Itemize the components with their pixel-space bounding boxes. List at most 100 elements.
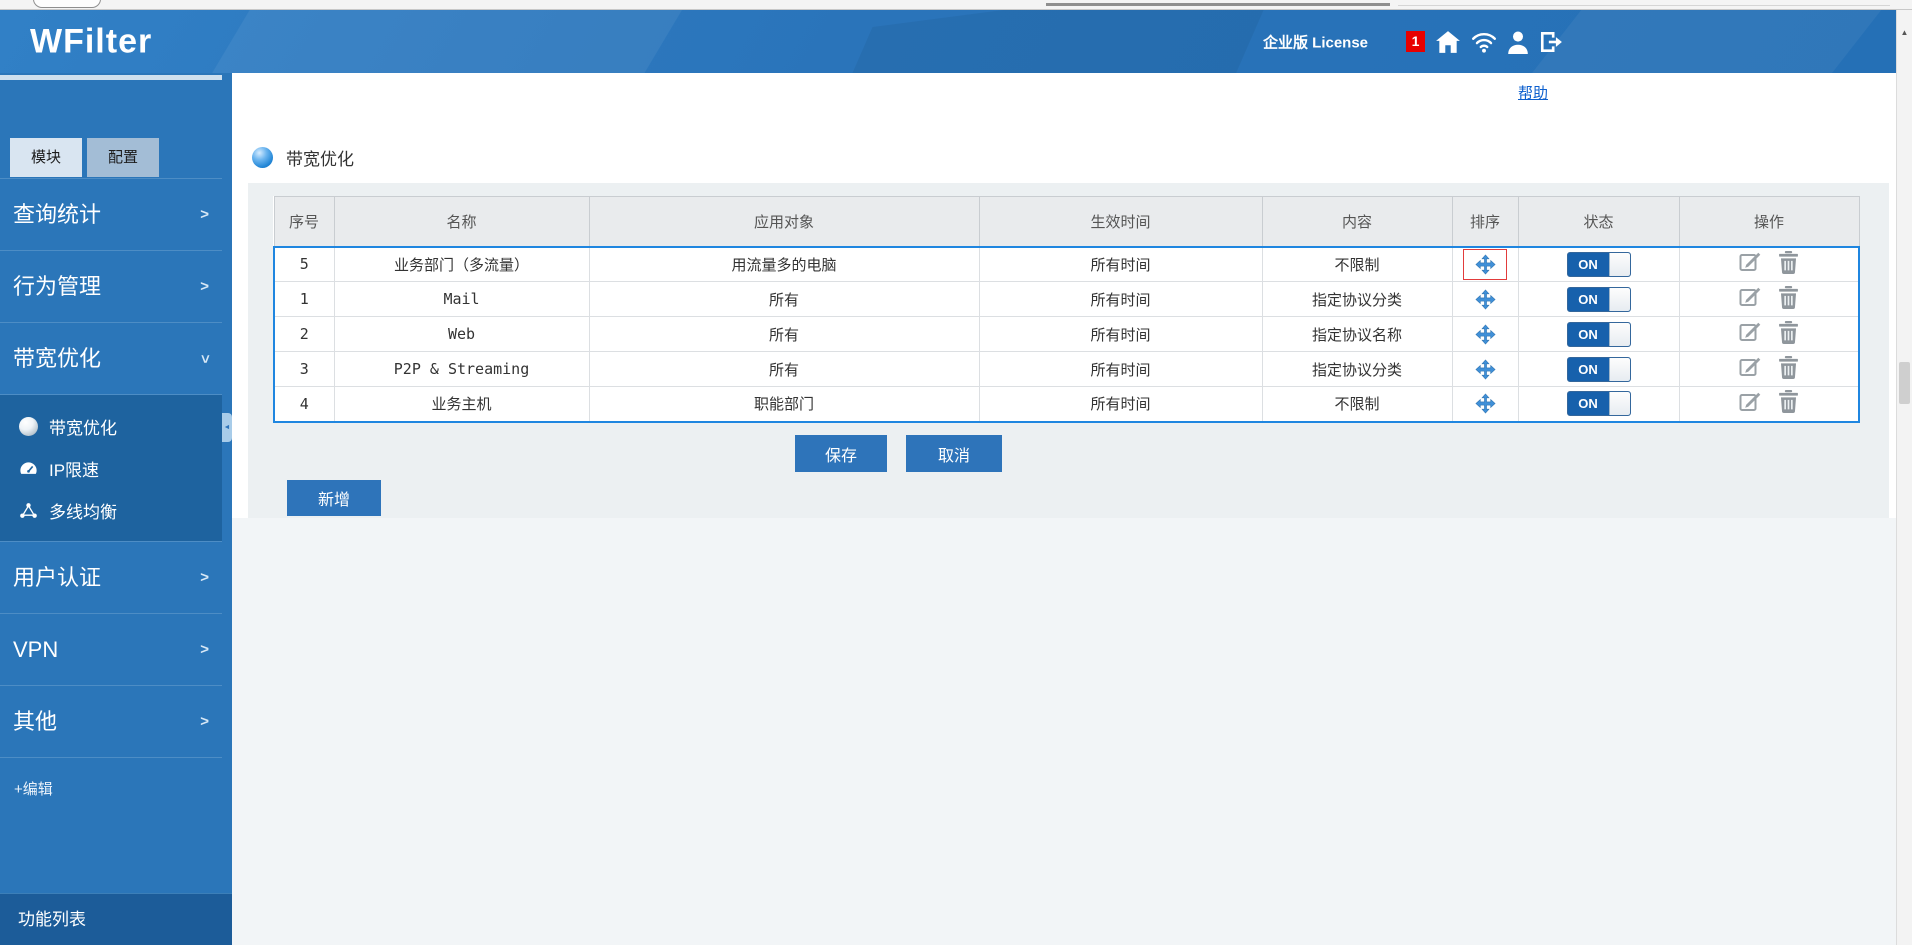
cell-content: 指定协议分类	[1262, 352, 1452, 387]
cell-name: Web	[334, 317, 589, 352]
status-toggle[interactable]: ON	[1567, 252, 1631, 277]
sidebar-menu: 查询统计 行为管理 带宽优化 带宽优化 IP限速	[0, 178, 222, 799]
sidebar-collapse-handle[interactable]	[222, 413, 232, 442]
add-button[interactable]: 新增	[287, 480, 381, 516]
scroll-up-arrow[interactable]: ▲	[1897, 28, 1912, 37]
license-label: 企业版 License	[1263, 31, 1368, 52]
chevron-right-icon	[200, 251, 209, 323]
cell-status: ON	[1518, 282, 1679, 317]
table-row: 4 业务主机 职能部门 所有时间 不限制 ON	[274, 387, 1859, 422]
sidebar-item-others[interactable]: 其他	[0, 686, 222, 758]
sort-handle[interactable]	[1463, 249, 1507, 280]
sidebar-item-bandwidth-opt[interactable]: 带宽优化	[0, 323, 222, 395]
delete-button[interactable]	[1778, 321, 1799, 344]
app-header: WFilter 企业版 License 1	[0, 10, 1896, 73]
delete-button[interactable]	[1778, 286, 1799, 309]
edit-button[interactable]	[1738, 250, 1762, 274]
header-decor	[821, 10, 1280, 73]
col-content: 内容	[1262, 197, 1452, 247]
main-content: 帮助 带宽优化 序号 名称 应用对象 生效时间 内容 排序 状态 操作	[232, 73, 1896, 945]
cell-content: 指定协议分类	[1262, 282, 1452, 317]
sort-handle[interactable]	[1463, 388, 1507, 419]
vertical-scrollbar[interactable]: ▲	[1896, 10, 1912, 945]
cell-ops	[1679, 352, 1859, 387]
notification-badge[interactable]: 1	[1406, 31, 1425, 52]
sidebar-subitem-load-balance[interactable]: 多线均衡	[0, 489, 222, 531]
top-divider-line-2	[1398, 5, 1890, 6]
save-button[interactable]: 保存	[795, 435, 887, 472]
cell-target: 用流量多的电脑	[589, 247, 979, 282]
sidebar-item-user-auth[interactable]: 用户认证	[0, 542, 222, 614]
cell-content: 不限制	[1262, 247, 1452, 282]
toggle-knob	[1609, 253, 1630, 276]
sidebar-subitem-bandwidth-opt[interactable]: 带宽优化	[0, 405, 222, 447]
col-target: 应用对象	[589, 197, 979, 247]
cell-status: ON	[1518, 387, 1679, 422]
wifi-icon[interactable]	[1471, 31, 1497, 53]
sidebar-item-vpn[interactable]: VPN	[0, 614, 222, 686]
cell-time: 所有时间	[979, 317, 1262, 352]
scrollbar-thumb[interactable]	[1899, 362, 1910, 404]
cell-name: Mail	[334, 282, 589, 317]
tab-config[interactable]: 配置	[87, 138, 159, 177]
user-icon[interactable]	[1507, 30, 1529, 54]
edit-button[interactable]	[1738, 390, 1762, 414]
cell-sort	[1452, 317, 1518, 352]
trash-icon	[1778, 321, 1799, 344]
edit-icon	[1738, 285, 1762, 309]
sort-handle[interactable]	[1463, 319, 1507, 350]
delete-button[interactable]	[1778, 251, 1799, 274]
table-row: 3 P2P & Streaming 所有 所有时间 指定协议分类 ON	[274, 352, 1859, 387]
content-lower-area	[232, 518, 1896, 945]
bandwidth-panel: 序号 名称 应用对象 生效时间 内容 排序 状态 操作 5 业务部门（多流量） …	[248, 183, 1889, 518]
sidebar-subitem-ip-limit[interactable]: IP限速	[0, 447, 222, 489]
cell-time: 所有时间	[979, 387, 1262, 422]
delete-button[interactable]	[1778, 390, 1799, 413]
home-icon[interactable]	[1435, 30, 1461, 54]
toggle-knob	[1609, 358, 1630, 381]
cell-status: ON	[1518, 352, 1679, 387]
sort-handle[interactable]	[1463, 354, 1507, 385]
sidebar-edit-link[interactable]: +编辑	[0, 778, 222, 799]
logout-icon[interactable]	[1539, 30, 1563, 54]
table-header-row: 序号 名称 应用对象 生效时间 内容 排序 状态 操作	[274, 197, 1859, 247]
policy-table-body: 5 业务部门（多流量） 用流量多的电脑 所有时间 不限制 ON	[274, 247, 1859, 422]
trash-icon	[1778, 356, 1799, 379]
edit-button[interactable]	[1738, 355, 1762, 379]
move-icon	[1475, 254, 1496, 275]
toggle-label: ON	[1568, 358, 1609, 381]
table-row: 1 Mail 所有 所有时间 指定协议分类 ON	[274, 282, 1859, 317]
sidebar-footer-function-list[interactable]: 功能列表	[0, 893, 232, 945]
cancel-button[interactable]: 取消	[906, 435, 1002, 472]
status-toggle[interactable]: ON	[1567, 391, 1631, 416]
cell-seq: 4	[274, 387, 334, 422]
sidebar-item-behavior-mgmt[interactable]: 行为管理	[0, 251, 222, 323]
cell-sort	[1452, 282, 1518, 317]
tab-modules[interactable]: 模块	[10, 138, 82, 177]
page-title: 带宽优化	[286, 145, 354, 170]
status-toggle[interactable]: ON	[1567, 287, 1631, 312]
cell-target: 所有	[589, 317, 979, 352]
cell-seq: 5	[274, 247, 334, 282]
status-toggle[interactable]: ON	[1567, 322, 1631, 347]
status-toggle[interactable]: ON	[1567, 357, 1631, 382]
help-link[interactable]: 帮助	[1518, 82, 1548, 103]
chevron-down-icon	[169, 355, 241, 364]
move-icon	[1475, 289, 1496, 310]
edit-button[interactable]	[1738, 285, 1762, 309]
toggle-label: ON	[1568, 288, 1609, 311]
col-ops: 操作	[1679, 197, 1859, 247]
sort-handle[interactable]	[1463, 284, 1507, 315]
sidebar-item-query-stats[interactable]: 查询统计	[0, 179, 222, 251]
cell-name: 业务部门（多流量）	[334, 247, 589, 282]
cell-target: 所有	[589, 352, 979, 387]
toggle-label: ON	[1568, 392, 1609, 415]
delete-button[interactable]	[1778, 356, 1799, 379]
cell-name: P2P & Streaming	[334, 352, 589, 387]
move-icon	[1475, 359, 1496, 380]
cell-content: 不限制	[1262, 387, 1452, 422]
top-divider-line	[1046, 3, 1390, 6]
edit-button[interactable]	[1738, 320, 1762, 344]
cell-target: 所有	[589, 282, 979, 317]
cell-ops	[1679, 387, 1859, 422]
